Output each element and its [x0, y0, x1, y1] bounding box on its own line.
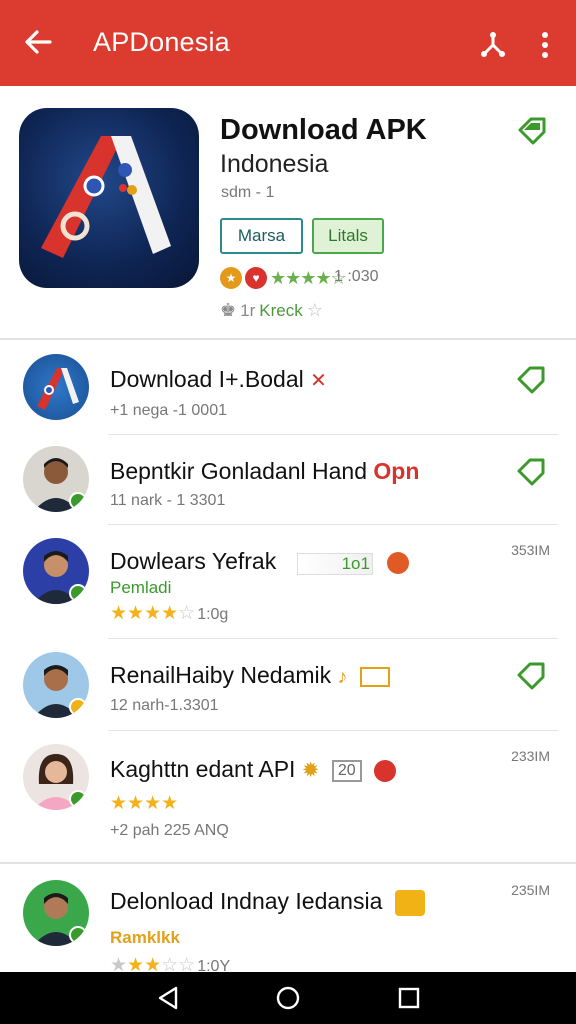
- award-icon: ★: [220, 267, 242, 289]
- item-title: Download I+.Bodal ✕: [110, 366, 327, 392]
- avatar: [23, 880, 89, 946]
- item-tag: 1o1: [296, 553, 373, 575]
- rating-count: 1 :030: [334, 268, 379, 285]
- list-item[interactable]: Download I+.Bodal ✕ +1 nega -1 0001: [0, 340, 576, 434]
- item-subtitle: 11 nark - 1 3301: [110, 492, 226, 509]
- item-title: Dowlears Yefrak 1o1: [110, 548, 410, 575]
- list-item[interactable]: Bepntkir Gonladanl Hand Opn 11 nark - 1 …: [0, 436, 576, 526]
- item-divider: [108, 638, 558, 639]
- list-item[interactable]: Dowlears Yefrak 1o1 Pemladi ★★★★☆ 1:0g 35…: [0, 526, 576, 638]
- item-size: 233IM: [511, 748, 550, 764]
- wrench-icon: ✕: [310, 370, 327, 392]
- avatar: [23, 354, 89, 420]
- app-version: sdm - 1: [221, 184, 275, 201]
- share-icon[interactable]: [476, 28, 510, 62]
- item-rating: ★★★☆☆ 1:0Y: [110, 955, 231, 972]
- verified-badge-icon: [69, 698, 87, 716]
- system-nav-bar: [0, 972, 576, 1024]
- bookmark-tag-icon[interactable]: [514, 454, 548, 488]
- avatar: [23, 652, 89, 718]
- app-title: APDonesia: [93, 27, 230, 57]
- verified-badge-icon: [69, 584, 87, 602]
- avatar: [23, 446, 89, 512]
- item-subtitle: +1 nega -1 0001: [110, 402, 227, 419]
- bookmark-tag-icon[interactable]: [514, 112, 550, 148]
- app-subtitle: Indonesia: [220, 150, 329, 178]
- item-subtitle: 12 narh-1.3301: [110, 697, 219, 714]
- item-title: Delonload Indnay Iedansia: [110, 888, 425, 916]
- downloads-count: 1r: [240, 300, 256, 320]
- item-rating: ★★★★: [110, 793, 179, 814]
- verified-badge-icon: [69, 790, 87, 808]
- verified-badge-icon: [69, 492, 87, 510]
- app-header-card: Download APK Indonesia sdm - 1 Marsa Lit…: [0, 86, 576, 340]
- item-title: Kaghttn edant API ✹ 20: [110, 756, 397, 783]
- edit-icon: [359, 666, 390, 687]
- back-arrow-icon[interactable]: [22, 26, 54, 58]
- item-subtitle: Pemladi: [110, 578, 172, 597]
- nav-home-icon[interactable]: [276, 986, 300, 1010]
- list-item[interactable]: Delonload Indnay Iedansia Ramklkk ★★★☆☆ 1…: [0, 864, 576, 972]
- primary-button[interactable]: Marsa: [220, 218, 303, 254]
- heart-icon: ♥: [245, 267, 267, 289]
- gear-icon: ✹: [301, 759, 320, 782]
- item-title: RenailHaiby Nedamik ♪: [110, 662, 390, 689]
- app-name: Download APK: [220, 114, 427, 146]
- item-size: 353IM: [511, 542, 550, 558]
- verified-badge-icon: [69, 926, 87, 944]
- nav-back-icon[interactable]: [156, 986, 180, 1010]
- rating-badges: ★ ♥ ★★★★☆: [220, 266, 347, 290]
- app-bar: APDonesia: [0, 0, 576, 86]
- item-divider: [108, 730, 558, 731]
- heart-icon: [374, 759, 397, 782]
- item-divider: [108, 524, 558, 525]
- music-icon: ♪: [337, 666, 348, 688]
- app-icon: [19, 108, 199, 288]
- avatar: [23, 538, 89, 604]
- downloads-label: Kreck: [259, 300, 303, 320]
- bookmark-tag-icon[interactable]: [514, 658, 548, 692]
- secondary-button[interactable]: Litals: [312, 218, 384, 254]
- item-rating: ★★★★☆ 1:0g: [110, 603, 229, 624]
- item-subtitle: +2 pah 225 ANQ: [110, 822, 229, 839]
- item-size: 235IM: [511, 882, 550, 898]
- nav-recents-icon[interactable]: [397, 986, 421, 1010]
- item-subtitle: Ramklkk: [110, 928, 180, 947]
- list-item[interactable]: Kaghttn edant API ✹ 20 ★★★★ +2 pah 225 A…: [0, 732, 576, 862]
- star-outline-icon: ☆: [306, 300, 323, 320]
- item-tag: Opn: [373, 458, 420, 484]
- list-item[interactable]: RenailHaiby Nedamik ♪ 12 narh-1.3301: [0, 640, 576, 730]
- item-tag: 20: [331, 759, 362, 782]
- downloads-row: ♚ 1r Kreck ☆: [220, 300, 323, 321]
- item-title: Bepntkir Gonladanl Hand Opn: [110, 458, 420, 484]
- avatar: [23, 744, 89, 810]
- folder-icon: [394, 889, 425, 916]
- crown-icon: ♚: [220, 300, 237, 320]
- bookmark-tag-icon[interactable]: [514, 362, 548, 396]
- more-options-icon[interactable]: [532, 28, 558, 62]
- item-divider: [108, 434, 558, 435]
- fire-icon: [387, 551, 410, 574]
